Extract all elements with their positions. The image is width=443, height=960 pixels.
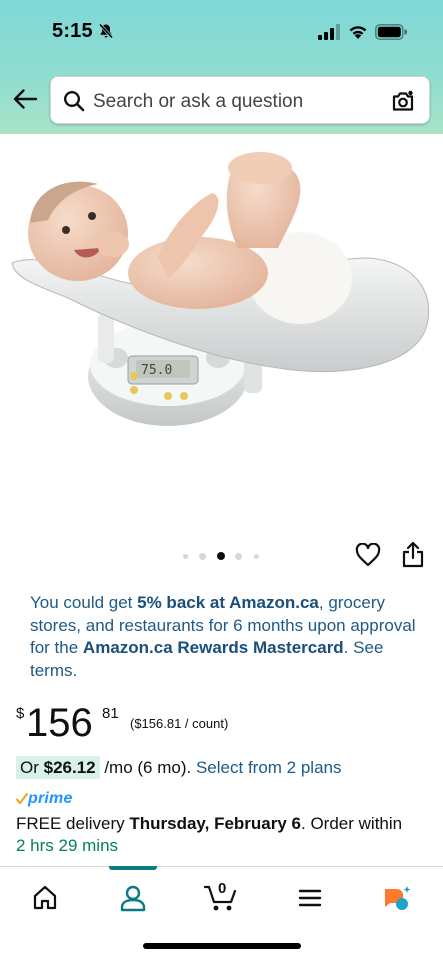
camera-lens-icon[interactable] (390, 88, 416, 114)
delivery-info: FREE delivery Thursday, February 6. Orde… (16, 813, 436, 857)
monthly-amount-badge: Or $26.12 (16, 756, 100, 779)
account-icon[interactable] (118, 883, 148, 913)
battery-icon (375, 24, 407, 40)
monthly-prefix: Or (20, 758, 44, 777)
search-bar[interactable]: Search or ask a question (50, 76, 430, 124)
delivery-order-within: . Order within (301, 814, 403, 833)
promo-card-name: Amazon.ca Rewards Mastercard (82, 638, 344, 657)
wifi-icon (349, 26, 367, 39)
carousel-dot-active (217, 552, 225, 560)
image-carousel-indicator[interactable] (180, 551, 270, 561)
back-arrow-icon[interactable] (12, 86, 38, 112)
active-tab-indicator (109, 866, 157, 870)
select-plans-link[interactable]: Select from 2 plans (196, 758, 342, 777)
prime-check-icon (16, 793, 28, 805)
home-icon[interactable] (30, 883, 60, 913)
product-image[interactable]: 75.0 (8, 138, 436, 438)
price-currency: $ (16, 705, 25, 722)
search-icon (63, 90, 85, 112)
rufus-icon[interactable] (382, 883, 412, 913)
cellular-signal-icon (318, 24, 340, 40)
price-fraction: 81 (102, 705, 119, 722)
monthly-amount: $26.12 (43, 758, 96, 777)
delivery-prefix: FREE delivery (16, 814, 130, 833)
svg-text:75.0: 75.0 (141, 363, 172, 378)
unit-price: ($156.81 / count) (130, 716, 229, 731)
cart-count: 0 (218, 880, 227, 897)
home-indicator (143, 943, 301, 949)
heart-icon[interactable] (355, 543, 381, 567)
prime-label: prime (28, 790, 73, 807)
cart-button[interactable]: 0 (204, 880, 238, 913)
status-bar: 5:15 (0, 0, 443, 62)
bell-muted-icon (98, 23, 114, 39)
credit-card-promo[interactable]: You could get 5% back at Amazon.ca, groc… (30, 592, 420, 682)
status-time: 5:15 (52, 20, 93, 42)
price-whole: 156 (26, 701, 93, 745)
promo-highlight: 5% back at Amazon.ca (137, 593, 319, 612)
monthly-payment: Or $26.12 /mo (6 mo). Select from 2 plan… (16, 756, 342, 779)
share-icon[interactable] (402, 541, 424, 568)
header: 5:15 Search or ask a question (0, 0, 443, 134)
menu-icon[interactable] (295, 883, 325, 913)
carousel-dot (254, 554, 259, 559)
search-input[interactable]: Search or ask a question (93, 91, 303, 113)
delivery-date: Thursday, February 6 (129, 814, 302, 833)
carousel-dot (183, 554, 188, 559)
delivery-countdown: 2 hrs 29 mins (16, 836, 119, 855)
monthly-term: /mo (6 mo). (99, 758, 196, 777)
promo-text: You could get (30, 593, 138, 612)
carousel-dot (199, 553, 206, 560)
carousel-dot (235, 553, 242, 560)
